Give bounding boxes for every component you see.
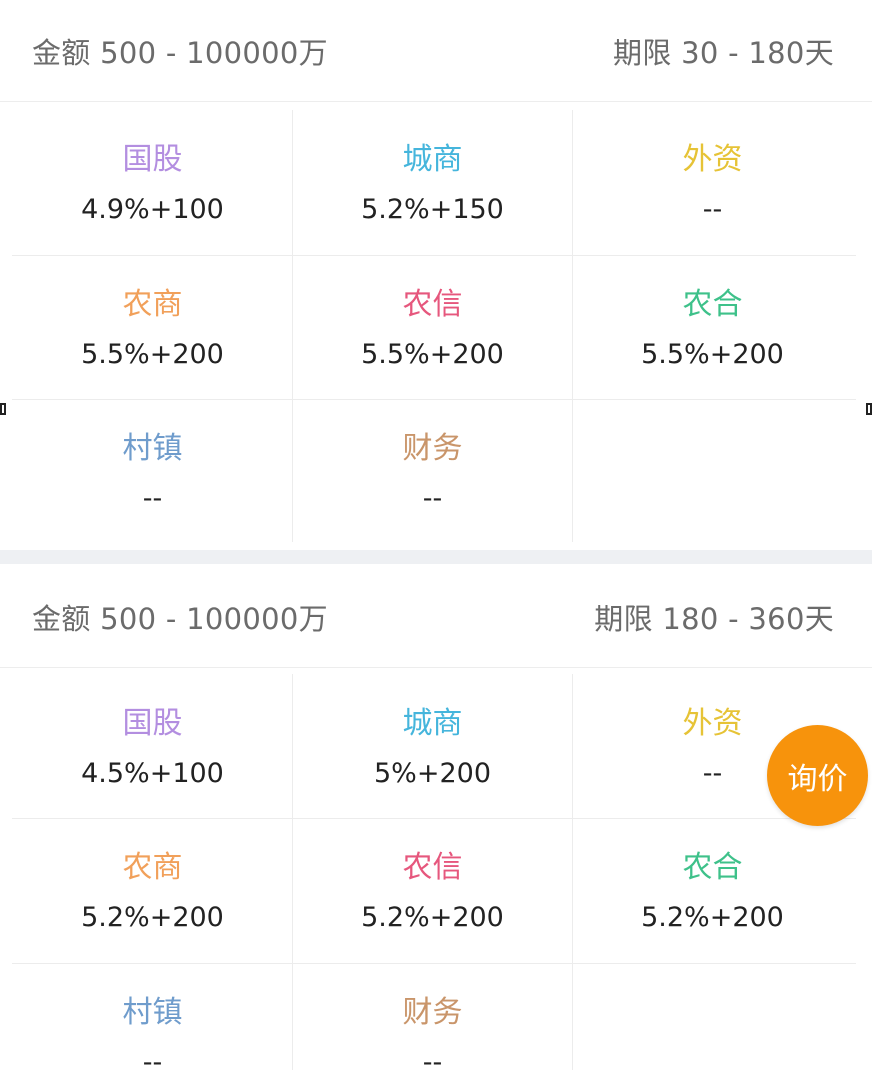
- rate-value: 5%+200: [374, 758, 491, 789]
- bank-type-label: 财务: [402, 431, 463, 466]
- bank-type-label: 农商: [122, 850, 183, 885]
- bank-type-label: 农商: [122, 287, 183, 322]
- rate-cell-caiwu[interactable]: 财务 --: [292, 963, 573, 1070]
- bank-type-label: 农合: [682, 850, 743, 885]
- bank-type-label: 村镇: [122, 431, 183, 466]
- rate-cell-chengshang[interactable]: 城商 5%+200: [292, 674, 573, 819]
- rate-value: --: [422, 483, 443, 514]
- rate-cell-cunzhen[interactable]: 村镇 --: [12, 399, 293, 544]
- rate-cell-chengshang[interactable]: 城商 5.2%+150: [292, 110, 573, 255]
- card-header: 金额 500 - 100000万 期限 30 - 180天: [0, 0, 872, 102]
- term-range: 期限 30 - 180天: [613, 36, 834, 70]
- rate-cell-nonghe[interactable]: 农合 5.2%+200: [572, 818, 853, 963]
- amount-range: 金额 500 - 100000万: [32, 602, 328, 636]
- rate-cell-guogu[interactable]: 国股 4.9%+100: [12, 110, 293, 255]
- quote-page: 金额 500 - 100000万 期限 30 - 180天 国股 4.9%+10…: [0, 0, 872, 1070]
- amount-range: 金额 500 - 100000万: [32, 36, 328, 70]
- rate-cell-cunzhen[interactable]: 村镇 --: [12, 963, 293, 1070]
- rate-cell-caiwu[interactable]: 财务 --: [292, 399, 573, 544]
- rate-cell-nongshang[interactable]: 农商 5.5%+200: [12, 255, 293, 400]
- bank-type-label: 外资: [682, 142, 743, 177]
- rate-value: 5.5%+200: [81, 339, 224, 370]
- rate-value: 5.2%+200: [641, 902, 784, 933]
- rate-value: 5.2%+150: [361, 194, 504, 225]
- edge-marker-right: [866, 403, 872, 415]
- bank-type-label: 国股: [122, 142, 183, 177]
- rate-value: 5.5%+200: [361, 339, 504, 370]
- quote-card[interactable]: 金额 500 - 100000万 期限 180 - 360天 国股 4.5%+1…: [0, 564, 872, 1070]
- rate-value: 4.9%+100: [81, 194, 224, 225]
- bank-type-label: 城商: [402, 706, 463, 741]
- inquiry-button[interactable]: 询价: [767, 725, 868, 826]
- bank-type-label: 农信: [402, 850, 463, 885]
- inquiry-button-label: 询价: [787, 761, 848, 797]
- rate-value: 5.2%+200: [81, 902, 224, 933]
- rate-cell-nongxin[interactable]: 农信 5.2%+200: [292, 818, 573, 963]
- bank-type-label: 农信: [402, 287, 463, 322]
- rate-cell-nongxin[interactable]: 农信 5.5%+200: [292, 255, 573, 400]
- quote-card[interactable]: 金额 500 - 100000万 期限 30 - 180天 国股 4.9%+10…: [0, 0, 872, 550]
- rate-cell-nongshang[interactable]: 农商 5.2%+200: [12, 818, 293, 963]
- rate-value: 4.5%+100: [81, 758, 224, 789]
- rate-value: --: [422, 1047, 443, 1070]
- bank-type-label: 村镇: [122, 995, 183, 1030]
- rate-cell-waizi[interactable]: 外资 --: [572, 110, 853, 255]
- rate-cell-nonghe[interactable]: 农合 5.5%+200: [572, 255, 853, 400]
- rate-value: --: [702, 194, 723, 225]
- bank-type-label: 农合: [682, 287, 743, 322]
- rate-value: --: [142, 1047, 163, 1070]
- edge-marker-left: [0, 403, 6, 415]
- term-range: 期限 180 - 360天: [594, 602, 834, 636]
- bank-type-label: 财务: [402, 995, 463, 1030]
- card-header: 金额 500 - 100000万 期限 180 - 360天: [0, 564, 872, 668]
- card-separator: [0, 550, 872, 564]
- bank-type-label: 城商: [402, 142, 463, 177]
- rate-cell-guogu[interactable]: 国股 4.5%+100: [12, 674, 293, 819]
- rate-value: 5.5%+200: [641, 339, 784, 370]
- rate-value: 5.2%+200: [361, 902, 504, 933]
- bank-type-label: 国股: [122, 706, 183, 741]
- rate-value: --: [142, 483, 163, 514]
